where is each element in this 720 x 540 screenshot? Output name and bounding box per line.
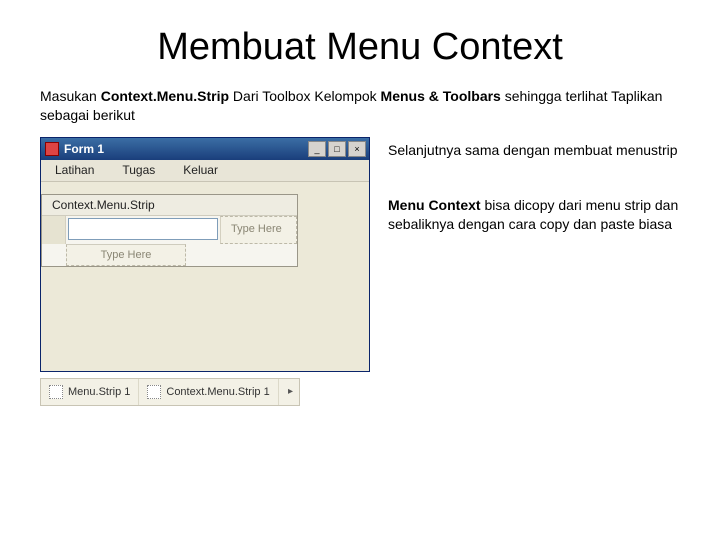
app-icon xyxy=(45,142,59,156)
menu-item-tugas[interactable]: Tugas xyxy=(108,163,169,177)
note-next-step: Selanjutnya sama dengan membuat menustri… xyxy=(388,141,680,160)
context-menu-icon-gutter xyxy=(42,216,66,244)
tray-item-menustrip[interactable]: Menu.Strip 1 xyxy=(41,379,139,405)
minimize-button[interactable]: _ xyxy=(308,141,326,157)
form-client-area: Context.Menu.Strip Type Here Type Here xyxy=(41,182,369,371)
context-menu-type-here-below[interactable]: Type Here xyxy=(66,244,186,266)
intro-text: Masukan Context.Menu.Strip Dari Toolbox … xyxy=(40,87,680,125)
component-tray: Menu.Strip 1 Context.Menu.Strip 1 ▸ xyxy=(40,378,300,406)
tray-overflow-icon[interactable]: ▸ xyxy=(282,386,299,397)
menu-item-latihan[interactable]: Latihan xyxy=(41,163,108,177)
tray-item-label: Menu.Strip 1 xyxy=(68,386,130,398)
window-titlebar: Form 1 _ □ × xyxy=(41,138,369,160)
form-window: Form 1 _ □ × Latihan Tugas Keluar Contex… xyxy=(40,137,370,372)
context-menu-item-input[interactable] xyxy=(68,218,218,240)
note-copy-paste: Menu Context bisa dicopy dari menu strip… xyxy=(388,196,680,234)
slide-title: Membuat Menu Context xyxy=(40,26,680,69)
context-menu-header: Context.Menu.Strip xyxy=(42,195,297,216)
window-title: Form 1 xyxy=(64,142,308,156)
menubar: Latihan Tugas Keluar xyxy=(41,160,369,182)
close-button[interactable]: × xyxy=(348,141,366,157)
contextmenustrip-icon xyxy=(147,385,161,399)
menustrip-icon xyxy=(49,385,63,399)
context-menu-type-here-right[interactable]: Type Here xyxy=(220,216,297,244)
menu-item-keluar[interactable]: Keluar xyxy=(169,163,232,177)
tray-item-contextmenustrip[interactable]: Context.Menu.Strip 1 xyxy=(139,379,278,405)
tray-item-label: Context.Menu.Strip 1 xyxy=(166,386,269,398)
context-menu-designer: Context.Menu.Strip Type Here Type Here xyxy=(41,194,298,267)
maximize-button[interactable]: □ xyxy=(328,141,346,157)
